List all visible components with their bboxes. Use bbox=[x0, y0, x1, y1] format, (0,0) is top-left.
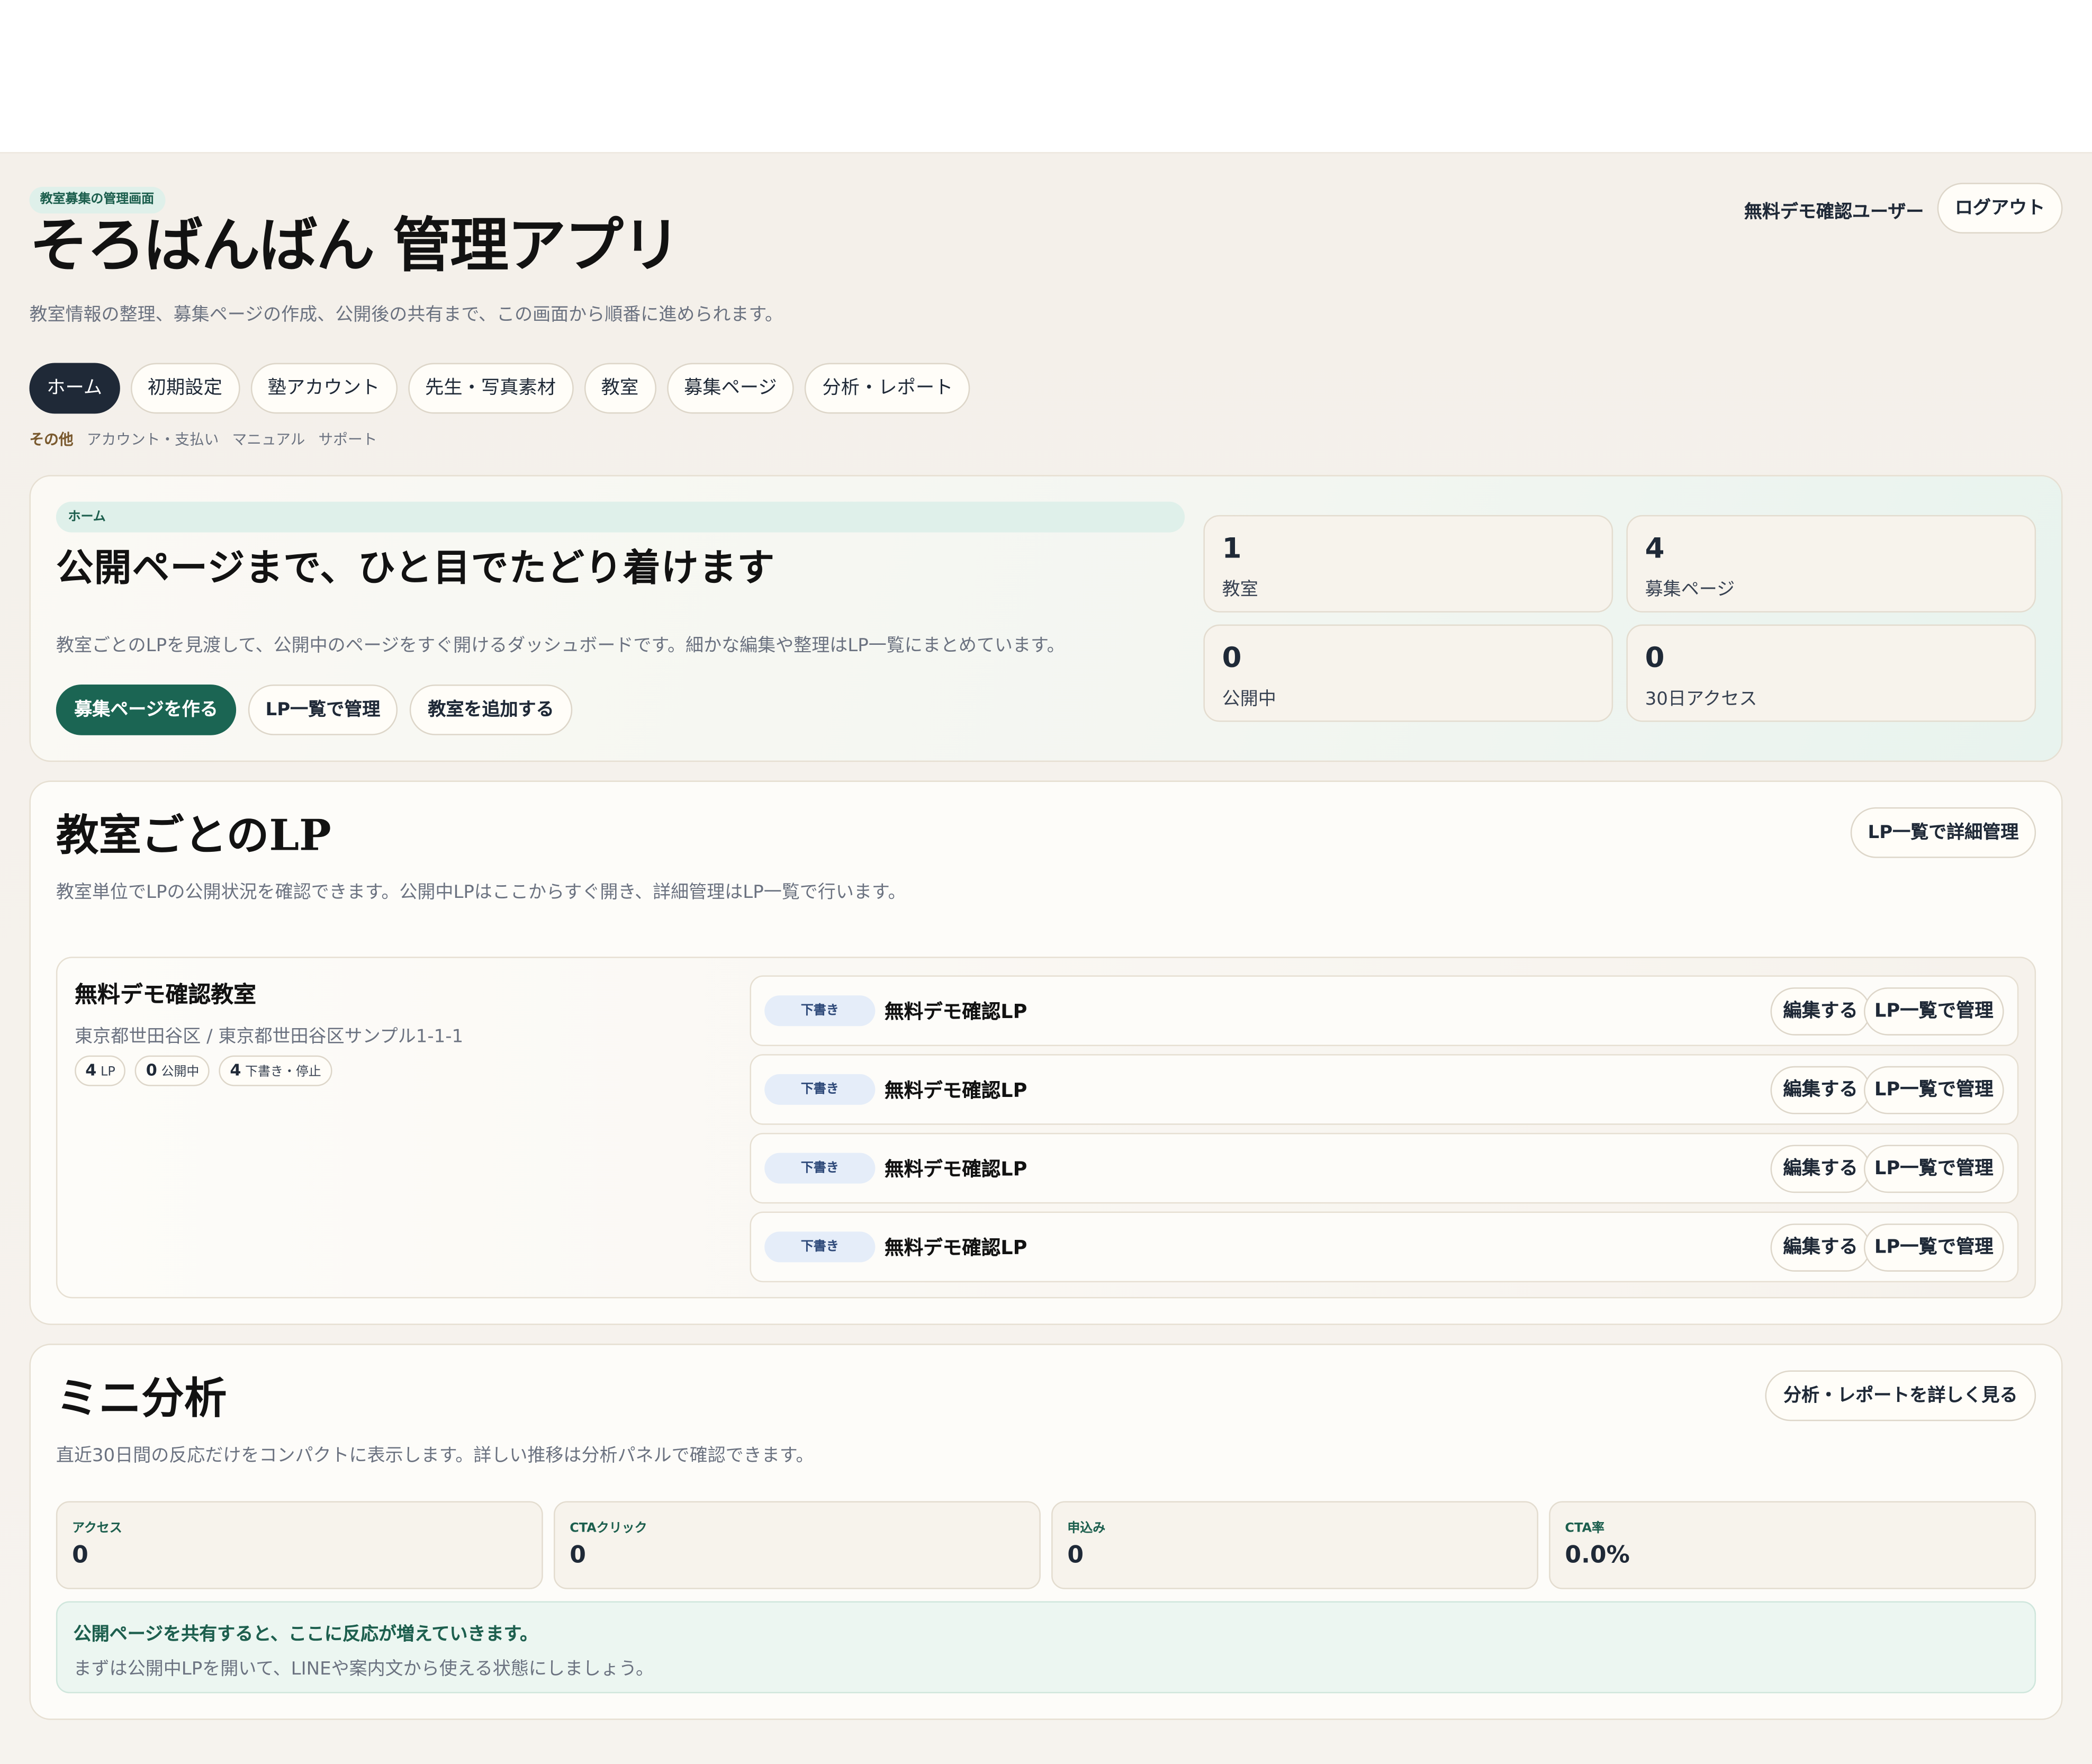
link-manual[interactable]: マニュアル bbox=[232, 428, 305, 449]
lp-count-chip: 4 LP bbox=[75, 1055, 126, 1086]
classroom-count-chips: 4 LP 0 公開中 4 下書き・停止 bbox=[75, 1055, 332, 1086]
manage-in-lp-list-button[interactable]: LP一覧で管理 bbox=[1863, 987, 2004, 1036]
manage-lp-list-button[interactable]: LP一覧で管理 bbox=[248, 684, 398, 735]
secondary-links-label: その他 bbox=[29, 431, 74, 448]
tab-home[interactable]: ホーム bbox=[29, 363, 120, 414]
chip-count: 4 bbox=[85, 1060, 97, 1080]
stat-recruit-pages: 4 募集ページ bbox=[1626, 515, 2036, 613]
tab-school-account[interactable]: 塾アカウント bbox=[250, 363, 398, 414]
manage-in-lp-list-button[interactable]: LP一覧で管理 bbox=[1863, 1066, 2004, 1114]
lp-title: 無料デモ確認LP bbox=[885, 1081, 1027, 1102]
secondary-links: その他 アカウント・支払い マニュアル サポート bbox=[29, 428, 377, 449]
chip-count: 0 bbox=[146, 1060, 157, 1080]
stat-value: 4 bbox=[1645, 532, 1665, 565]
page-body: 教室募集の管理画面 そろばんばん 管理アプリ 教室情報の整理、募集ページの作成、… bbox=[0, 153, 2092, 1764]
edit-lp-button[interactable]: 編集する bbox=[1770, 1066, 1871, 1114]
lp-row: 下書き 無料デモ確認LP 編集する LP一覧で管理 bbox=[750, 975, 2019, 1046]
draft-status-badge: 下書き bbox=[764, 1074, 876, 1105]
edit-lp-button[interactable]: 編集する bbox=[1770, 1223, 1871, 1272]
hero-description: 教室ごとのLPを見渡して、公開中のページをすぐ開けるダッシュボードです。細かな編… bbox=[56, 635, 1065, 657]
edit-lp-button[interactable]: 編集する bbox=[1770, 1145, 1871, 1193]
stat-label: 公開中 bbox=[1222, 688, 1276, 710]
metric-label: アクセス bbox=[72, 1521, 122, 1536]
lp-section-title: 教室ごとのLP bbox=[56, 809, 331, 861]
stat-access-30d: 0 30日アクセス bbox=[1626, 624, 2036, 722]
metric-value: 0 bbox=[1067, 1542, 1084, 1569]
stat-value: 0 bbox=[1222, 642, 1242, 674]
classroom-name: 無料デモ確認教室 bbox=[75, 982, 256, 1009]
notice-title: 公開ページを共有すると、ここに反応が増えていきます。 bbox=[73, 1624, 538, 1645]
notice-text: まずは公開中LPを開いて、LINEや案内文から使える状態にしましょう。 bbox=[73, 1658, 654, 1680]
draft-status-badge: 下書き bbox=[764, 995, 876, 1027]
tab-classrooms[interactable]: 教室 bbox=[583, 363, 656, 414]
stat-value: 0 bbox=[1645, 642, 1665, 674]
metric-cta-rate: CTA率 0.0% bbox=[1549, 1501, 2036, 1589]
classroom-card: 無料デモ確認教室 東京都世田谷区 / 東京都世田谷区サンプル1-1-1 4 LP… bbox=[56, 957, 2036, 1299]
metric-access: アクセス 0 bbox=[56, 1501, 543, 1589]
logout-button[interactable]: ログアウト bbox=[1937, 183, 2063, 234]
published-count-chip: 0 公開中 bbox=[135, 1055, 210, 1086]
main-nav-tabs: ホーム 初期設定 塾アカウント 先生・写真素材 教室 募集ページ 分析・レポート bbox=[29, 363, 971, 414]
user-name: 無料デモ確認ユーザー bbox=[1744, 201, 1924, 223]
chip-label: 公開中 bbox=[161, 1065, 200, 1080]
add-classroom-button[interactable]: 教室を追加する bbox=[409, 684, 573, 735]
stat-value: 1 bbox=[1222, 532, 1242, 565]
tab-initial-setup[interactable]: 初期設定 bbox=[130, 363, 240, 414]
lp-row: 下書き 無料デモ確認LP 編集する LP一覧で管理 bbox=[750, 1211, 2019, 1283]
lp-row: 下書き 無料デモ確認LP 編集する LP一覧で管理 bbox=[750, 1132, 2019, 1204]
tab-recruit-pages[interactable]: 募集ページ bbox=[666, 363, 795, 414]
chip-label: 下書き・停止 bbox=[245, 1065, 321, 1080]
metric-label: 申込み bbox=[1067, 1521, 1106, 1536]
lp-row: 下書き 無料デモ確認LP 編集する LP一覧で管理 bbox=[750, 1054, 2019, 1125]
manage-in-lp-list-button[interactable]: LP一覧で管理 bbox=[1863, 1145, 2004, 1193]
lp-title: 無料デモ確認LP bbox=[885, 1159, 1027, 1181]
tab-teachers-photos[interactable]: 先生・写真素材 bbox=[408, 363, 573, 414]
classroom-address: 東京都世田谷区 / 東京都世田谷区サンプル1-1-1 bbox=[75, 1026, 464, 1048]
link-support[interactable]: サポート bbox=[319, 428, 377, 449]
stat-label: 募集ページ bbox=[1645, 579, 1735, 601]
hero-section-badge: ホーム bbox=[56, 501, 1185, 533]
metric-label: CTA率 bbox=[1565, 1521, 1604, 1536]
edit-lp-button[interactable]: 編集する bbox=[1770, 987, 1871, 1036]
mini-analysis-title: ミニ分析 bbox=[56, 1373, 227, 1424]
analytics-detail-button[interactable]: 分析・レポートを詳しく見る bbox=[1765, 1370, 2036, 1421]
create-recruit-page-button[interactable]: 募集ページを作る bbox=[56, 684, 237, 735]
metric-value: 0 bbox=[570, 1542, 586, 1569]
stat-label: 教室 bbox=[1222, 579, 1258, 601]
link-account-billing[interactable]: アカウント・支払い bbox=[87, 428, 219, 449]
draft-status-badge: 下書き bbox=[764, 1153, 876, 1184]
metric-applications: 申込み 0 bbox=[1051, 1501, 1539, 1589]
draft-status-badge: 下書き bbox=[764, 1231, 876, 1263]
tab-analytics[interactable]: 分析・レポート bbox=[805, 363, 971, 414]
mini-analysis-section: ミニ分析 直近30日間の反応だけをコンパクトに表示します。詳しい推移は分析パネル… bbox=[29, 1344, 2063, 1720]
hero-title: 公開ページまで、ひと目でたどり着けます bbox=[56, 545, 776, 590]
manage-in-lp-list-button[interactable]: LP一覧で管理 bbox=[1863, 1223, 2004, 1272]
app-title: そろばんばん 管理アプリ bbox=[29, 212, 681, 281]
mini-analysis-description: 直近30日間の反応だけをコンパクトに表示します。詳しい推移は分析パネルで確認でき… bbox=[56, 1445, 814, 1466]
metric-value: 0.0% bbox=[1565, 1542, 1630, 1569]
stat-published: 0 公開中 bbox=[1203, 624, 1613, 722]
metric-cta-clicks: CTAクリック 0 bbox=[553, 1501, 1041, 1589]
lp-section-description: 教室単位でLPの公開状況を確認できます。公開中LPはここからすぐ開き、詳細管理は… bbox=[56, 881, 906, 904]
chip-label: LP bbox=[101, 1065, 115, 1080]
draft-count-chip: 4 下書き・停止 bbox=[219, 1055, 332, 1086]
lp-detail-manage-button[interactable]: LP一覧で詳細管理 bbox=[1850, 807, 2036, 858]
home-hero-card: ホーム 公開ページまで、ひと目でたどり着けます 教室ごとのLPを見渡して、公開中… bbox=[29, 475, 2063, 762]
metric-value: 0 bbox=[72, 1542, 88, 1569]
stat-classrooms: 1 教室 bbox=[1203, 515, 1613, 613]
app-subtitle: 教室情報の整理、募集ページの作成、公開後の共有まで、この画面から順番に進められま… bbox=[29, 304, 783, 326]
stat-label: 30日アクセス bbox=[1645, 688, 1757, 710]
browser-top-area bbox=[0, 0, 2092, 154]
share-notice: 公開ページを共有すると、ここに反応が増えていきます。 まずは公開中LPを開いて、… bbox=[56, 1601, 2036, 1694]
lp-title: 無料デモ確認LP bbox=[885, 1238, 1027, 1260]
metric-label: CTAクリック bbox=[570, 1521, 647, 1536]
lp-title: 無料デモ確認LP bbox=[885, 1002, 1027, 1024]
chip-count: 4 bbox=[230, 1060, 241, 1080]
classroom-lp-section: 教室ごとのLP 教室単位でLPの公開状況を確認できます。公開中LPはここからすぐ… bbox=[29, 780, 2063, 1325]
